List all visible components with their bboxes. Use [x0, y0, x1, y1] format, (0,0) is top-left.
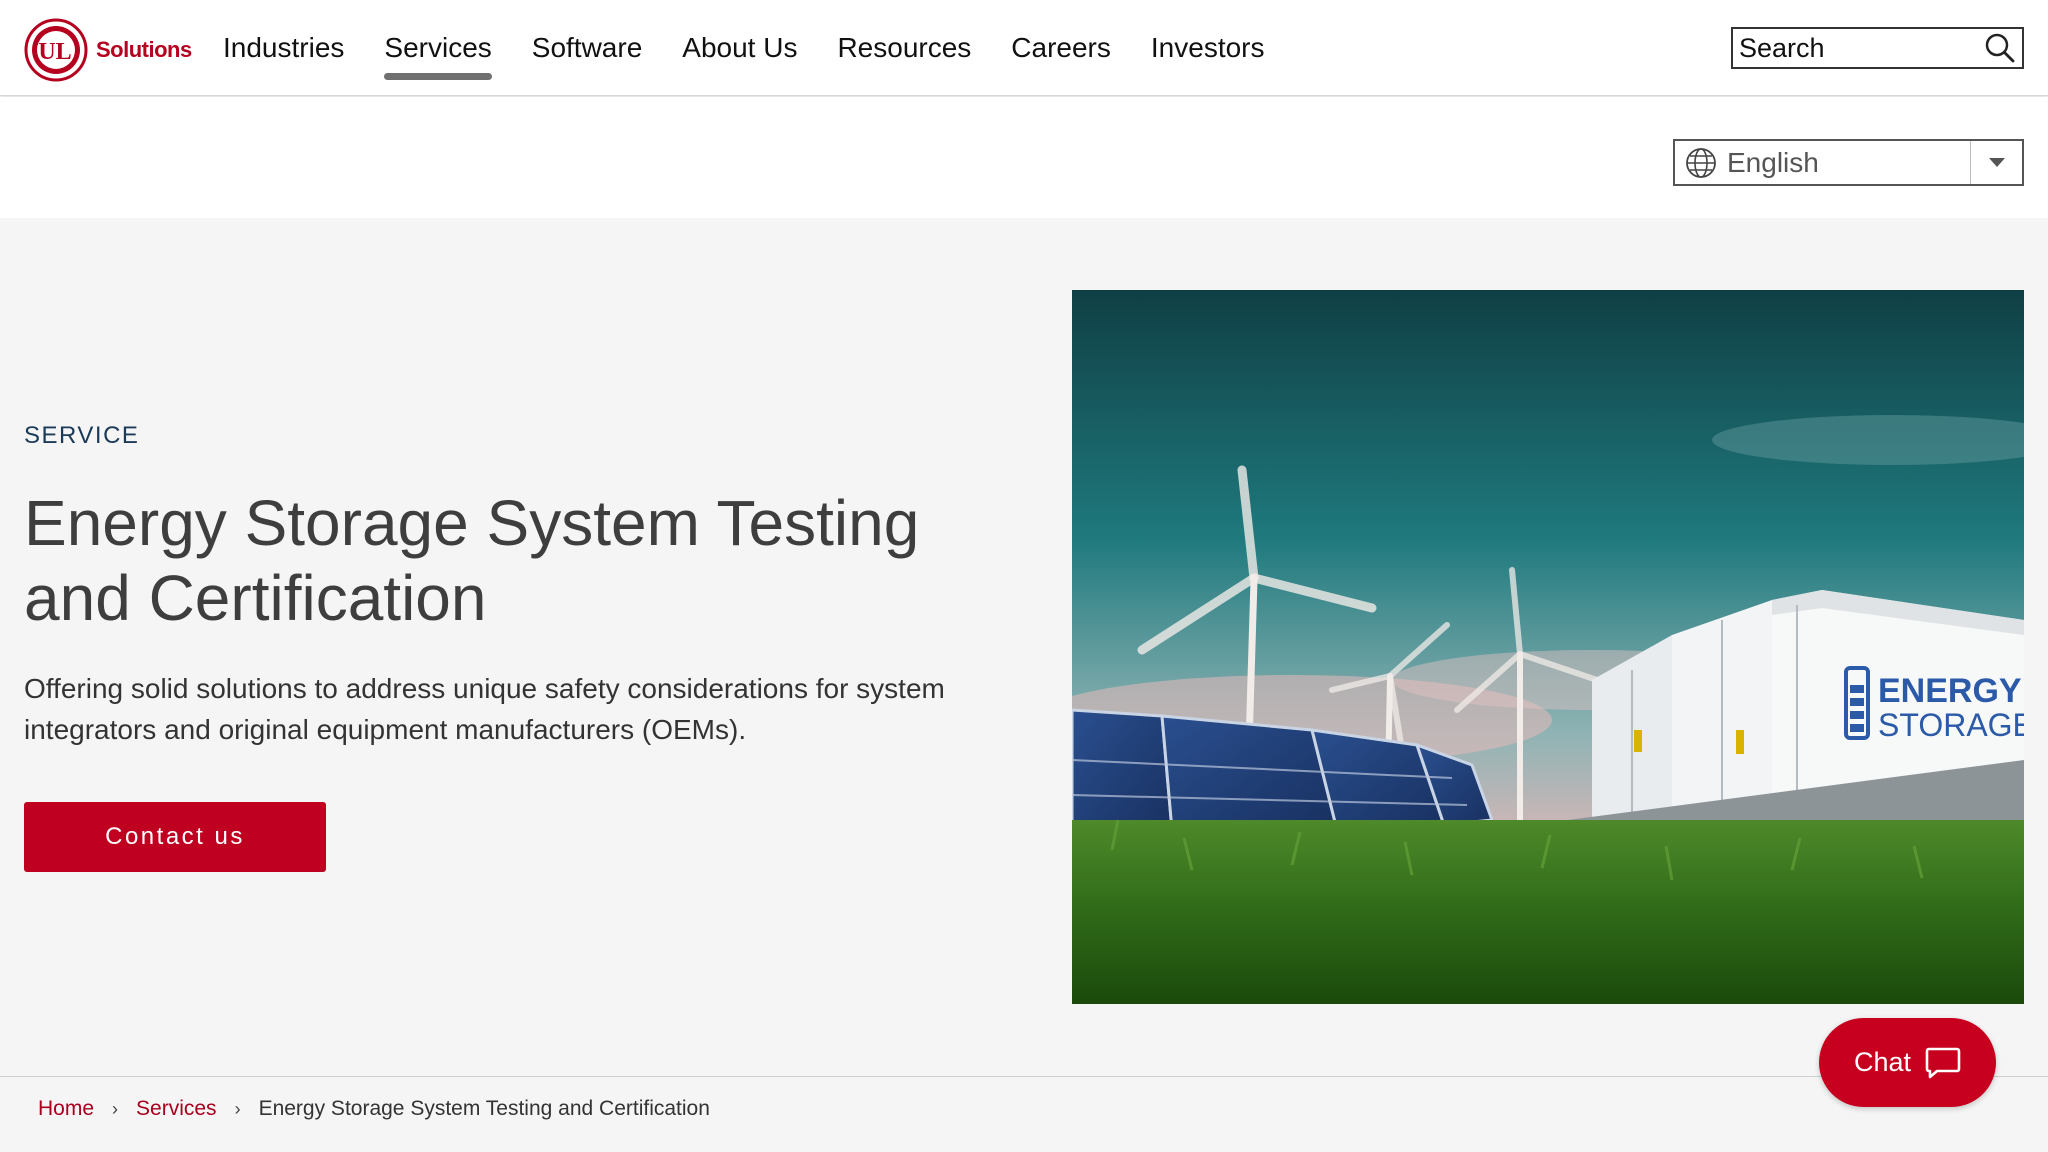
nav-about-us[interactable]: About Us — [682, 0, 797, 96]
search-button[interactable] — [1978, 29, 2022, 67]
search-box[interactable]: Search — [1731, 27, 2024, 69]
hero-eyebrow: SERVICE — [24, 422, 140, 449]
site-header: UL Solutions Industries Services Softwar… — [0, 0, 2048, 96]
language-value: English — [1727, 146, 1819, 178]
chat-bubble-icon — [1925, 1047, 1961, 1078]
energy-storage-illustration: ENERGY STORAGE — [1072, 290, 2024, 1004]
language-select[interactable]: English — [1673, 139, 2024, 186]
ul-solutions-logo[interactable]: UL Solutions — [24, 18, 192, 82]
nav-industries[interactable]: Industries — [223, 0, 344, 96]
nav-investors[interactable]: Investors — [1151, 0, 1265, 96]
ul-logo-icon: UL — [24, 18, 88, 82]
chevron-right-icon: › — [112, 1098, 119, 1119]
nav-services[interactable]: Services — [384, 0, 493, 96]
nav-careers[interactable]: Careers — [1011, 0, 1111, 96]
chat-button[interactable]: Chat — [1819, 1018, 1996, 1107]
logo-mark: UL — [38, 39, 71, 65]
breadcrumb-bar: Home › Services › Energy Storage System … — [0, 1076, 2048, 1152]
breadcrumb-current: Energy Storage System Testing and Certif… — [258, 1097, 710, 1120]
logo-text: Solutions — [96, 37, 192, 62]
contact-us-button[interactable]: Contact us — [24, 802, 326, 872]
hero-section: SERVICE Energy Storage System Testing an… — [0, 218, 2048, 1076]
breadcrumb-home[interactable]: Home — [38, 1097, 94, 1121]
hero-description: Offering solid solutions to address uniq… — [24, 673, 945, 745]
breadcrumb: Home › Services › Energy Storage System … — [38, 1097, 710, 1121]
nav-software[interactable]: Software — [532, 0, 643, 96]
hero-image: ENERGY STORAGE — [1072, 290, 2024, 1004]
nav-resources[interactable]: Resources — [837, 0, 971, 96]
image-text-energy: ENERGY — [1878, 672, 2022, 710]
chevron-right-icon: › — [234, 1098, 241, 1119]
page-title: Energy Storage System Testing and Certif… — [24, 487, 920, 634]
language-bar: English — [0, 97, 2048, 218]
image-text-storage: STORAGE — [1878, 707, 2024, 743]
main-nav: Industries Services Software About Us Re… — [223, 0, 1305, 96]
chevron-down-icon[interactable] — [1970, 141, 2022, 184]
breadcrumb-services[interactable]: Services — [136, 1097, 217, 1121]
search-input[interactable]: Search — [1733, 33, 1978, 64]
search-icon — [1985, 33, 2015, 63]
globe-icon — [1675, 141, 1727, 184]
chat-label: Chat — [1853, 1047, 1912, 1077]
